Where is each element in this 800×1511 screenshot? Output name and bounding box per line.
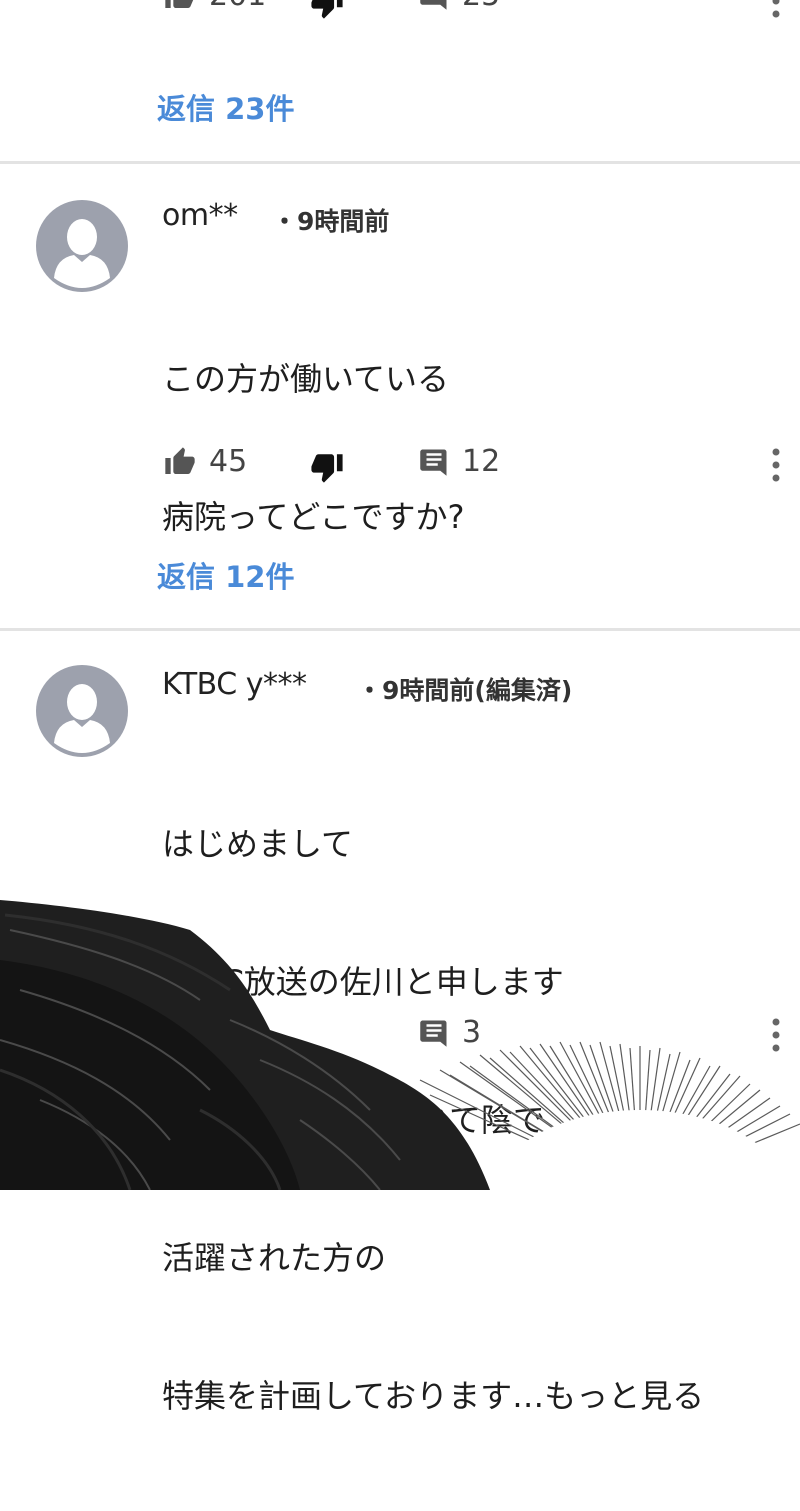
- more-options-button[interactable]: [772, 1018, 780, 1056]
- comment-timestamp: ・9時間前: [272, 207, 390, 236]
- more-vertical-icon: [772, 448, 780, 486]
- thumbs-down-icon: [308, 450, 346, 484]
- like-count: 45: [209, 444, 248, 479]
- comment-item: KTBC y*** ・9時間前(編集済) はじめまして KTBC放送の佐川と申し…: [0, 631, 800, 1415]
- reply-button[interactable]: 3: [418, 1015, 481, 1050]
- reply-count: 12: [462, 444, 501, 479]
- more-options-button[interactable]: [772, 0, 780, 22]
- comment-text: はじめまして KTBC放送の佐川と申します この度の地震において陰で 活躍された…: [162, 729, 704, 1511]
- comment-item: om** ・9時間前 この方が働いている 病院ってどこですか? 45 12 返信…: [0, 164, 800, 629]
- like-count: 201: [209, 0, 266, 13]
- comment-icon: [418, 0, 450, 11]
- more-vertical-icon: [772, 1018, 780, 1056]
- thumbs-up-icon: [163, 0, 197, 12]
- comment-icon: [418, 447, 450, 477]
- comment-line: 病院ってどこですか?: [162, 498, 465, 536]
- more-options-button[interactable]: [772, 448, 780, 486]
- comment-line: この度の地震において陰で: [162, 1101, 546, 1139]
- dislike-button[interactable]: [308, 0, 346, 20]
- reply-button[interactable]: 25: [418, 0, 500, 13]
- comment-line: はじめまして: [162, 825, 354, 863]
- thumbs-down-icon: [308, 0, 346, 20]
- comment-line: KTBC放送の佐川と申します: [162, 963, 564, 1001]
- reply-count: 3: [462, 1015, 482, 1050]
- like-button[interactable]: 45: [163, 444, 247, 479]
- comment-icon: [418, 1018, 450, 1048]
- avatar[interactable]: [36, 665, 128, 757]
- reply-count: 25: [462, 0, 500, 13]
- comment-line: この方が働いている: [162, 360, 450, 398]
- view-replies-link[interactable]: 返信 12件: [157, 554, 294, 596]
- comment-username[interactable]: KTBC y***: [162, 667, 307, 702]
- avatar[interactable]: [36, 200, 128, 292]
- comment-line: 活躍された方の: [162, 1239, 387, 1277]
- view-replies-link[interactable]: 返信 23件: [157, 86, 294, 128]
- thumbs-up-icon: [163, 446, 197, 478]
- more-vertical-icon: [772, 0, 780, 22]
- dislike-button[interactable]: [308, 450, 346, 484]
- comment-partial: 201 25 返信 23件: [0, 0, 800, 165]
- comment-line: 特集を計画しております…もっと見る: [162, 1377, 705, 1415]
- comment-username[interactable]: om**: [162, 198, 238, 233]
- comment-timestamp: ・9時間前(編集済): [357, 676, 573, 705]
- like-button[interactable]: 201: [163, 0, 266, 13]
- reply-button[interactable]: 12: [418, 444, 500, 479]
